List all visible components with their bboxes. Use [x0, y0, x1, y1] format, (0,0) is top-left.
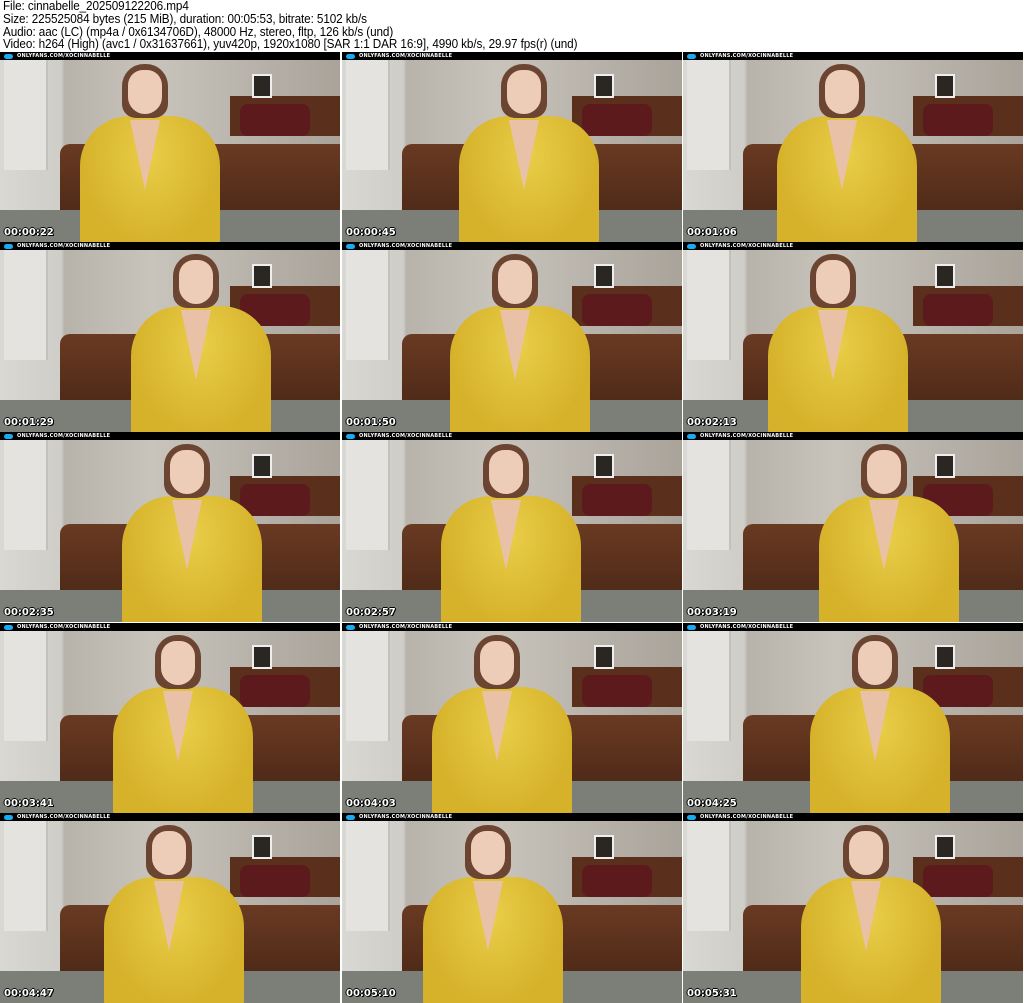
watermark-banner: ONLYFANS.COM/XOCINNABELLE [683, 242, 1023, 250]
onlyfans-logo-icon [346, 53, 355, 59]
timestamp-label: 00:03:19 [687, 607, 737, 618]
watermark-text: ONLYFANS.COM/XOCINNABELLE [359, 814, 453, 820]
watermark-banner: ONLYFANS.COM/XOCINNABELLE [342, 432, 682, 440]
watermark-banner: ONLYFANS.COM/XOCINNABELLE [0, 623, 340, 631]
watermark-banner: ONLYFANS.COM/XOCINNABELLE [342, 242, 682, 250]
thumbnail-frame: ONLYFANS.COM/XOCINNABELLE 00:04:47 [0, 813, 340, 1003]
watermark-banner: ONLYFANS.COM/XOCINNABELLE [0, 52, 340, 60]
thumbnail-frame: ONLYFANS.COM/XOCINNABELLE 00:00:45 [342, 52, 682, 242]
video-frame-image [683, 821, 1023, 1003]
watermark-text: ONLYFANS.COM/XOCINNABELLE [17, 433, 111, 439]
onlyfans-logo-icon [346, 624, 355, 630]
video-frame-image [0, 60, 340, 242]
watermark-text: ONLYFANS.COM/XOCINNABELLE [17, 814, 111, 820]
onlyfans-logo-icon [4, 433, 13, 439]
watermark-banner: ONLYFANS.COM/XOCINNABELLE [683, 52, 1023, 60]
thumbnail-frame: ONLYFANS.COM/XOCINNABELLE 00:05:31 [683, 813, 1023, 1003]
watermark-banner: ONLYFANS.COM/XOCINNABELLE [342, 623, 682, 631]
watermark-banner: ONLYFANS.COM/XOCINNABELLE [342, 52, 682, 60]
onlyfans-logo-icon [346, 243, 355, 249]
watermark-banner: ONLYFANS.COM/XOCINNABELLE [683, 623, 1023, 631]
thumbnail-frame: ONLYFANS.COM/XOCINNABELLE 00:04:25 [683, 623, 1023, 813]
video-frame-image [342, 60, 682, 242]
watermark-banner: ONLYFANS.COM/XOCINNABELLE [683, 813, 1023, 821]
onlyfans-logo-icon [687, 53, 696, 59]
watermark-text: ONLYFANS.COM/XOCINNABELLE [700, 433, 794, 439]
timestamp-label: 00:04:25 [687, 798, 737, 809]
video-frame-image [342, 821, 682, 1003]
video-frame-image [683, 631, 1023, 813]
timestamp-label: 00:04:47 [4, 988, 54, 999]
onlyfans-logo-icon [687, 433, 696, 439]
video-frame-image [683, 250, 1023, 432]
watermark-text: ONLYFANS.COM/XOCINNABELLE [359, 53, 453, 59]
onlyfans-logo-icon [687, 624, 696, 630]
onlyfans-logo-icon [4, 814, 13, 820]
watermark-banner: ONLYFANS.COM/XOCINNABELLE [683, 432, 1023, 440]
thumbnail-frame: ONLYFANS.COM/XOCINNABELLE 00:05:10 [342, 813, 682, 1003]
thumbnail-frame: ONLYFANS.COM/XOCINNABELLE 00:03:41 [0, 623, 340, 813]
timestamp-label: 00:04:03 [346, 798, 396, 809]
onlyfans-logo-icon [687, 243, 696, 249]
watermark-banner: ONLYFANS.COM/XOCINNABELLE [342, 813, 682, 821]
video-frame-image [683, 440, 1023, 622]
timestamp-label: 00:05:10 [346, 988, 396, 999]
thumbnail-frame: ONLYFANS.COM/XOCINNABELLE 00:03:19 [683, 432, 1023, 622]
file-info-header: File: cinnabelle_202509122206.mp4 Size: … [3, 0, 1023, 51]
watermark-text: ONLYFANS.COM/XOCINNABELLE [359, 243, 453, 249]
timestamp-label: 00:01:06 [687, 227, 737, 238]
watermark-text: ONLYFANS.COM/XOCINNABELLE [700, 814, 794, 820]
watermark-text: ONLYFANS.COM/XOCINNABELLE [17, 53, 111, 59]
video-frame-image [342, 631, 682, 813]
timestamp-label: 00:01:50 [346, 417, 396, 428]
video-frame-image [0, 821, 340, 1003]
thumbnail-frame: ONLYFANS.COM/XOCINNABELLE 00:02:35 [0, 432, 340, 622]
watermark-banner: ONLYFANS.COM/XOCINNABELLE [0, 242, 340, 250]
timestamp-label: 00:00:22 [4, 227, 54, 238]
watermark-text: ONLYFANS.COM/XOCINNABELLE [17, 624, 111, 630]
video-info: Video: h264 (High) (avc1 / 0x31637661), … [3, 37, 578, 52]
timestamp-label: 00:02:57 [346, 607, 396, 618]
video-frame-image [342, 440, 682, 622]
thumbnail-grid: ONLYFANS.COM/XOCINNABELLE 00:00:22 ONLYFAN… [0, 52, 1024, 1003]
timestamp-label: 00:02:13 [687, 417, 737, 428]
onlyfans-logo-icon [4, 53, 13, 59]
video-frame-image [0, 440, 340, 622]
watermark-text: ONLYFANS.COM/XOCINNABELLE [359, 624, 453, 630]
watermark-banner: ONLYFANS.COM/XOCINNABELLE [0, 813, 340, 821]
timestamp-label: 00:05:31 [687, 988, 737, 999]
onlyfans-logo-icon [687, 814, 696, 820]
thumbnail-frame: ONLYFANS.COM/XOCINNABELLE 00:01:50 [342, 242, 682, 432]
onlyfans-logo-icon [4, 624, 13, 630]
watermark-text: ONLYFANS.COM/XOCINNABELLE [700, 53, 794, 59]
watermark-text: ONLYFANS.COM/XOCINNABELLE [700, 243, 794, 249]
onlyfans-logo-icon [346, 814, 355, 820]
thumbnail-frame: ONLYFANS.COM/XOCINNABELLE 00:00:22 [0, 52, 340, 242]
watermark-text: ONLYFANS.COM/XOCINNABELLE [359, 433, 453, 439]
timestamp-label: 00:01:29 [4, 417, 54, 428]
video-frame-image [683, 60, 1023, 242]
thumbnail-frame: ONLYFANS.COM/XOCINNABELLE 00:01:29 [0, 242, 340, 432]
onlyfans-logo-icon [4, 243, 13, 249]
thumbnail-frame: ONLYFANS.COM/XOCINNABELLE 00:01:06 [683, 52, 1023, 242]
thumbnail-frame: ONLYFANS.COM/XOCINNABELLE 00:04:03 [342, 623, 682, 813]
watermark-banner: ONLYFANS.COM/XOCINNABELLE [0, 432, 340, 440]
video-frame-image [342, 250, 682, 432]
onlyfans-logo-icon [346, 433, 355, 439]
timestamp-label: 00:02:35 [4, 607, 54, 618]
timestamp-label: 00:00:45 [346, 227, 396, 238]
thumbnail-frame: ONLYFANS.COM/XOCINNABELLE 00:02:57 [342, 432, 682, 622]
video-frame-image [0, 250, 340, 432]
video-frame-image [0, 631, 340, 813]
thumbnail-frame: ONLYFANS.COM/XOCINNABELLE 00:02:13 [683, 242, 1023, 432]
timestamp-label: 00:03:41 [4, 798, 54, 809]
watermark-text: ONLYFANS.COM/XOCINNABELLE [700, 624, 794, 630]
watermark-text: ONLYFANS.COM/XOCINNABELLE [17, 243, 111, 249]
